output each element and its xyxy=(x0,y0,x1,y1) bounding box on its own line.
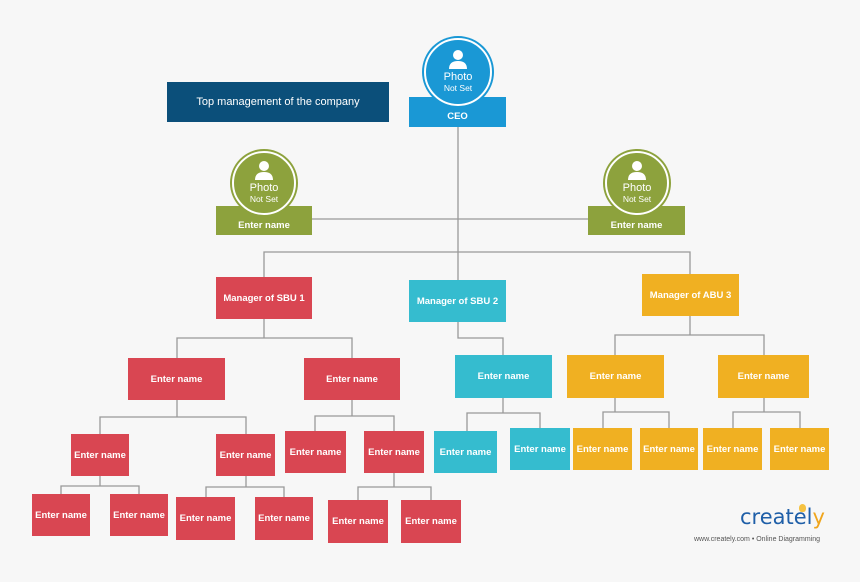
employee-node[interactable]: Enter name xyxy=(567,355,664,398)
employee-node[interactable]: Enter name xyxy=(255,497,313,540)
employee-node[interactable]: Enter name xyxy=(364,431,424,473)
employee-name: Enter name xyxy=(113,509,165,521)
employee-name: Enter name xyxy=(179,513,232,524)
employee-name: Enter name xyxy=(35,509,87,521)
photo-status: Not Set xyxy=(443,83,473,93)
connector xyxy=(60,485,140,494)
ceo-label: CEO xyxy=(447,110,468,122)
employee-name: Enter name xyxy=(405,516,457,527)
assistant-left-photo[interactable]: Photo Not Set xyxy=(232,151,296,215)
employee-name: Enter name xyxy=(576,443,629,455)
logo-text: creately xyxy=(740,505,825,529)
top-management-label[interactable]: Top management of the company xyxy=(167,82,389,122)
employee-node[interactable]: Enter name xyxy=(510,428,570,470)
employee-name: Enter name xyxy=(332,516,384,527)
connector xyxy=(263,251,691,277)
employee-node[interactable]: Enter name xyxy=(718,355,809,398)
assistant-right-photo[interactable]: Photo Not Set xyxy=(605,151,669,215)
photo-label: Photo xyxy=(622,182,652,194)
manager-abu3-node[interactable]: Manager of ABU 3 xyxy=(642,274,739,316)
employee-name: Enter name xyxy=(589,371,642,382)
employee-name: Enter name xyxy=(643,443,695,455)
connector xyxy=(457,322,504,355)
employee-node[interactable]: Enter name xyxy=(455,355,552,398)
employee-node[interactable]: Enter name xyxy=(573,428,632,470)
connector xyxy=(602,411,670,428)
employee-node[interactable]: Enter name xyxy=(304,358,400,400)
connector xyxy=(614,334,765,355)
employee-node[interactable]: Enter name xyxy=(703,428,762,470)
person-icon xyxy=(255,161,273,180)
employee-node[interactable]: Enter name xyxy=(434,431,497,473)
connector xyxy=(314,415,395,431)
employee-name: Enter name xyxy=(150,373,203,385)
employee-node[interactable]: Enter name xyxy=(770,428,829,470)
employee-node[interactable]: Enter name xyxy=(32,494,90,536)
logo-tagline: www.creately.com • Online Diagramming xyxy=(694,536,821,543)
connector xyxy=(99,416,247,434)
employee-node[interactable]: Enter name xyxy=(128,358,225,400)
connector xyxy=(205,486,285,497)
top-management-text: Top management of the company xyxy=(196,96,360,108)
employee-node[interactable]: Enter name xyxy=(640,428,698,470)
photo-label: Photo xyxy=(443,71,473,83)
connector xyxy=(732,411,801,428)
employee-node[interactable]: Enter name xyxy=(328,500,388,543)
employee-node[interactable]: Enter name xyxy=(71,434,129,476)
employee-name: Enter name xyxy=(258,513,310,524)
employee-node[interactable]: Enter name xyxy=(176,497,235,540)
employee-name: Enter name xyxy=(737,371,790,382)
employee-name: Enter name xyxy=(289,446,342,458)
employee-node[interactable]: Enter name xyxy=(285,431,346,473)
person-icon xyxy=(449,50,467,69)
manager-sbu1-node[interactable]: Manager of SBU 1 xyxy=(216,277,312,319)
employee-name: Enter name xyxy=(368,446,420,458)
employee-node[interactable]: Enter name xyxy=(401,500,461,543)
manager-abu3-label: Manager of ABU 3 xyxy=(649,289,732,301)
employee-name: Enter name xyxy=(219,449,272,461)
manager-sbu2-label: Manager of SBU 2 xyxy=(416,295,499,307)
connector xyxy=(176,337,353,358)
creately-logo: creately xyxy=(740,505,825,529)
assistant-right-label: Enter name xyxy=(610,219,663,231)
manager-sbu1-label: Manager of SBU 1 xyxy=(223,292,305,304)
assistant-left-label: Enter name xyxy=(238,219,290,231)
employee-name: Enter name xyxy=(439,446,492,458)
photo-status: Not Set xyxy=(622,194,652,204)
employee-name: Enter name xyxy=(514,443,566,455)
employee-node[interactable]: Enter name xyxy=(216,434,275,476)
logo-accent-letter: y xyxy=(812,505,825,529)
ceo-photo[interactable]: Photo Not Set xyxy=(424,38,492,106)
connector xyxy=(357,486,432,500)
employee-name: Enter name xyxy=(477,371,530,382)
person-icon xyxy=(628,161,646,180)
employee-name: Enter name xyxy=(326,373,378,385)
employee-name: Enter name xyxy=(74,449,126,461)
photo-status: Not Set xyxy=(249,194,279,204)
photo-label: Photo xyxy=(249,182,279,194)
employee-node[interactable]: Enter name xyxy=(110,494,168,536)
manager-sbu2-node[interactable]: Manager of SBU 2 xyxy=(409,280,506,322)
employee-name: Enter name xyxy=(773,443,826,455)
employee-name: Enter name xyxy=(706,443,759,455)
